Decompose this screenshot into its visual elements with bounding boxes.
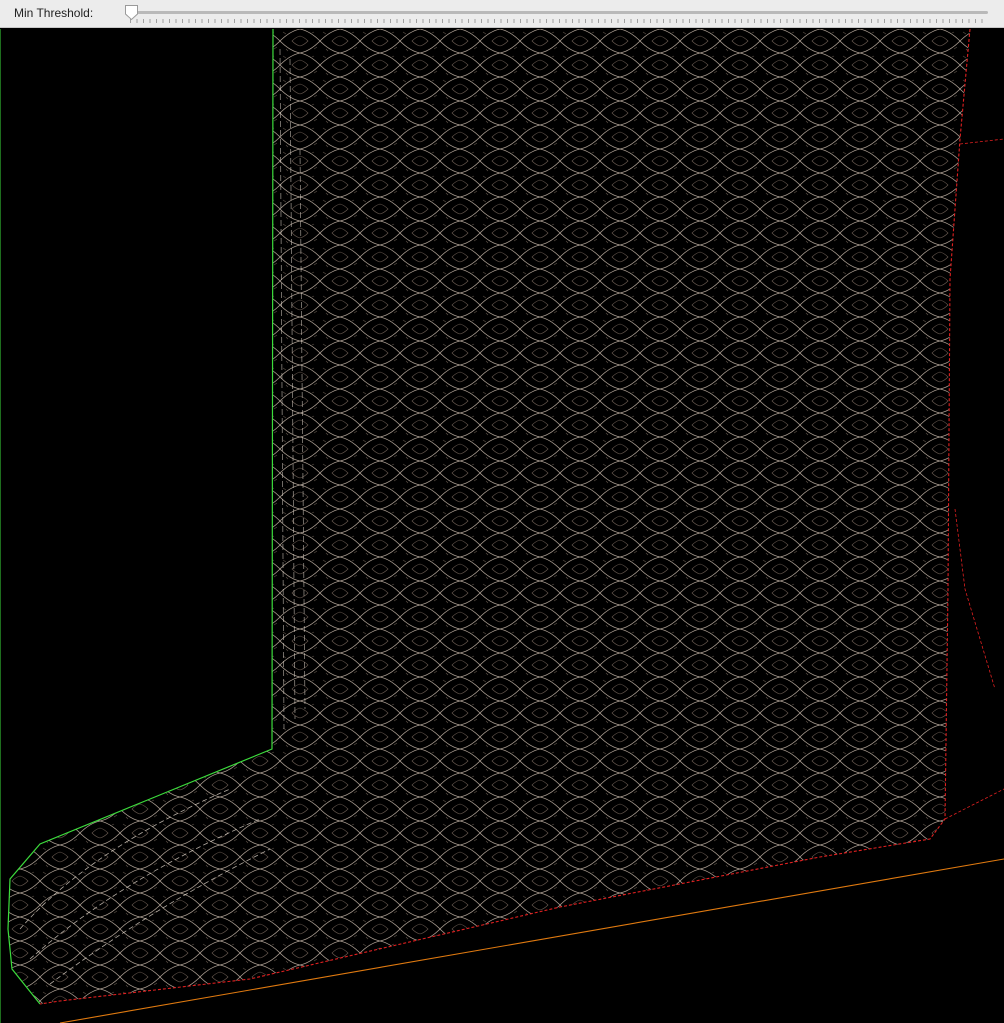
edge-image-canvas <box>0 29 1004 1023</box>
slider-thumb-icon[interactable] <box>124 4 139 21</box>
min-threshold-label: Min Threshold: <box>14 6 94 20</box>
edge-detection-image <box>0 29 1004 1023</box>
slider-track[interactable] <box>130 11 988 14</box>
boot-silhouette <box>8 29 970 1004</box>
slider-ticks <box>130 19 988 23</box>
threshold-toolbar: Min Threshold: <box>0 0 1004 28</box>
